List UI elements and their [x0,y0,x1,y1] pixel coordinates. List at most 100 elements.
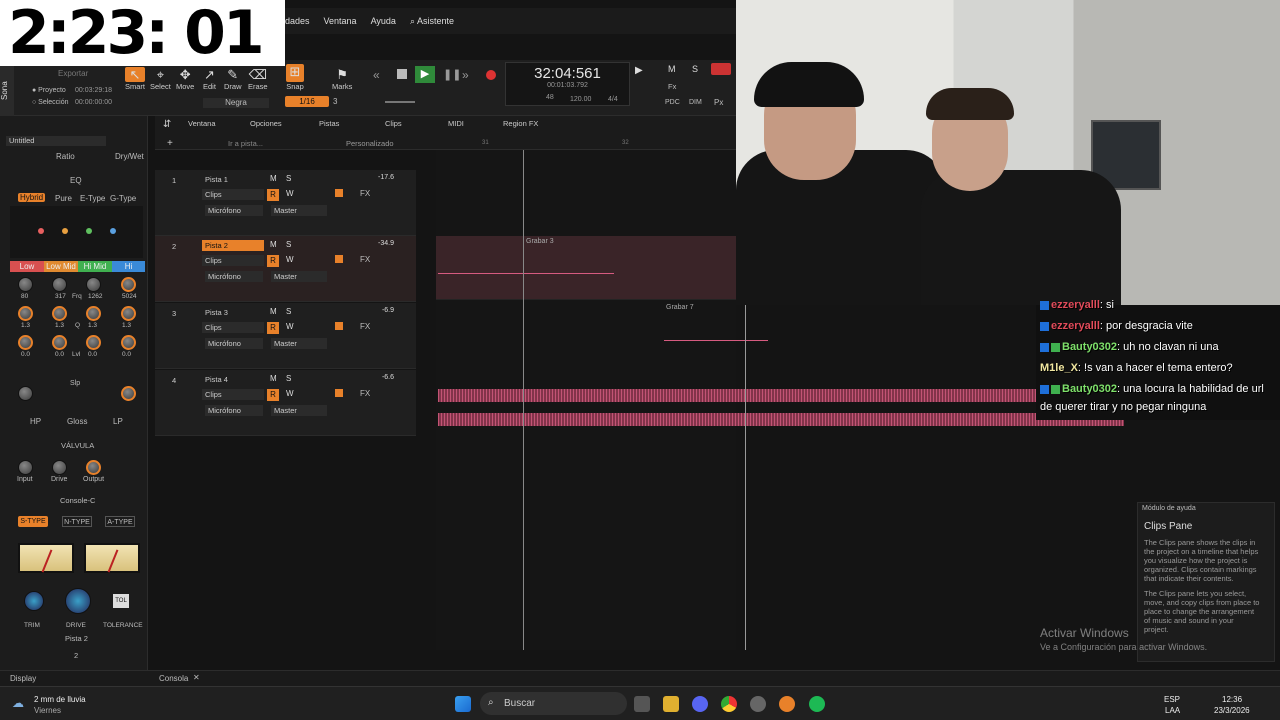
fx-power-icon[interactable] [335,322,343,330]
erase-tool[interactable]: ⌫ Erase [248,67,268,91]
hp-button[interactable]: HP [30,417,41,426]
eq-mode-gtype[interactable]: G-Type [110,194,136,203]
windows-start-icon[interactable] [455,696,471,712]
spotify-icon[interactable] [809,696,825,712]
add-track-icon[interactable]: + [167,138,173,149]
pdc-label[interactable]: PDC [665,99,680,106]
menu-item[interactable]: dades [285,8,310,34]
write-button[interactable]: W [286,389,294,398]
input-dropdown[interactable]: Micrófono [205,405,263,416]
menu-opciones[interactable]: Opciones [250,119,282,128]
tool-icon[interactable]: ⇵ [163,119,171,130]
fx-label[interactable]: Fx [668,82,676,91]
move-tool[interactable]: ✥ Move [176,67,194,91]
fx-power-icon[interactable] [335,389,343,397]
lp-button[interactable]: LP [113,417,123,426]
px-label[interactable]: Px [714,98,723,107]
language-indicator[interactable]: ESP [1164,695,1180,704]
output-dropdown[interactable]: Master [271,271,327,282]
output-dropdown[interactable]: Master [271,338,327,349]
mute-button[interactable]: M [270,374,277,383]
display-tab[interactable]: Display [10,674,36,683]
band-low[interactable]: Low [10,261,44,272]
chrome-icon[interactable] [721,696,737,712]
record-arm-button[interactable]: R [267,322,279,334]
metronome-s[interactable]: S [692,64,698,74]
record-icon[interactable] [486,70,496,80]
band-hi[interactable]: Hi [112,261,145,272]
fx-label[interactable]: FX [360,189,370,198]
gloss-button[interactable]: Gloss [67,417,87,426]
eq-mode-hybrid[interactable]: Hybrid [18,193,46,202]
metronome-m[interactable]: M [668,64,676,74]
write-button[interactable]: W [286,189,294,198]
menu-region-fx[interactable]: Region FX [503,119,538,128]
solo-button[interactable]: S [286,174,291,183]
track-name[interactable]: Pista 4 [202,374,264,385]
smart-tool[interactable]: ↖ Smart [125,67,146,91]
clips-dropdown[interactable]: Clips [202,322,264,333]
select-tool[interactable]: ⌖ Select [150,67,171,91]
menu-clips[interactable]: Clips [385,119,402,128]
pause-icon[interactable]: ❚❚ [443,68,461,81]
track-3[interactable]: 3 Pista 3 M S -6.9 Clips R W FX Micrófon… [155,303,416,369]
mute-button[interactable]: M [270,174,277,183]
eq-mode-pure[interactable]: Pure [55,194,72,203]
input-dropdown[interactable]: Micrófono [205,338,263,349]
volume-value[interactable]: -6.6 [382,374,394,381]
clip-label-1[interactable]: Grabar 3 [526,238,554,245]
output-dropdown[interactable]: Master [271,405,327,416]
weather-icon[interactable]: ☁ [12,696,24,710]
preset-name[interactable]: Untitled [6,136,106,146]
track-1[interactable]: 1 Pista 1 M S -17.6 Clips R W FX Micrófo… [155,170,416,236]
output-dropdown[interactable]: Master [271,205,327,216]
fx-power-icon[interactable] [335,255,343,263]
task-view-icon[interactable] [634,696,650,712]
lvl-knob-low[interactable] [18,335,33,350]
clips-dropdown[interactable]: Clips [202,389,264,400]
goto-track-input[interactable]: Ir a pista... [228,139,263,148]
eq-node-low[interactable] [38,228,44,234]
input-dropdown[interactable]: Micrófono [205,271,263,282]
file-explorer-icon[interactable] [663,696,679,712]
drive-console-knob[interactable] [65,588,91,614]
record-arm-button[interactable]: R [267,189,279,201]
position-display[interactable]: 32:04:561 00:01:03.792 48 120.00 4/4 [505,62,630,106]
volume-value[interactable]: -34.9 [378,240,394,247]
clock-date[interactable]: 23/3/2026 [1214,706,1250,715]
snap-resolution[interactable]: 1/16 [285,96,329,107]
write-button[interactable]: W [286,322,294,331]
clips-dropdown[interactable]: Clips [202,189,264,200]
hp-slope-knob[interactable] [18,386,33,401]
lvl-knob-hi[interactable] [121,335,136,350]
freq-knob-hi[interactable] [121,277,136,292]
volume-value[interactable]: -6.9 [382,307,394,314]
fx-label[interactable]: FX [360,255,370,264]
edit-tool[interactable]: ↗ Edit [203,67,216,91]
discord-icon[interactable] [692,696,708,712]
lvl-knob-lowmid[interactable] [52,335,67,350]
menu-item[interactable]: Ayuda [371,8,396,34]
play-icon[interactable]: ▶ [415,66,435,83]
solo-button[interactable]: S [286,307,291,316]
obs-icon[interactable] [750,696,766,712]
track-name[interactable]: Pista 1 [202,174,264,185]
q-knob-low[interactable] [18,306,33,321]
menu-midi[interactable]: MIDI [448,119,464,128]
eq-mode-etype[interactable]: E-Type [80,194,105,203]
custom-dropdown[interactable]: Personalizado [346,139,394,148]
s-type-button[interactable]: S-TYPE [18,516,48,527]
play-small-icon[interactable]: ▶ [635,65,643,76]
write-button[interactable]: W [286,255,294,264]
eq-node-himid[interactable] [86,228,92,234]
rewind-icon[interactable]: « [373,68,380,82]
record-arm-button[interactable]: R [267,389,279,401]
close-icon[interactable]: ✕ [193,673,200,682]
eq-node-lowmid[interactable] [62,228,68,234]
track-4[interactable]: 4 Pista 4 M S -6.6 Clips R W FX Micrófon… [155,370,416,436]
drive-knob[interactable] [52,460,67,475]
record-arm-button[interactable]: R [267,255,279,267]
snap-button[interactable]: ⊞ Snap [286,64,304,91]
input-dropdown[interactable]: Micrófono [205,205,263,216]
mute-button[interactable]: M [270,307,277,316]
